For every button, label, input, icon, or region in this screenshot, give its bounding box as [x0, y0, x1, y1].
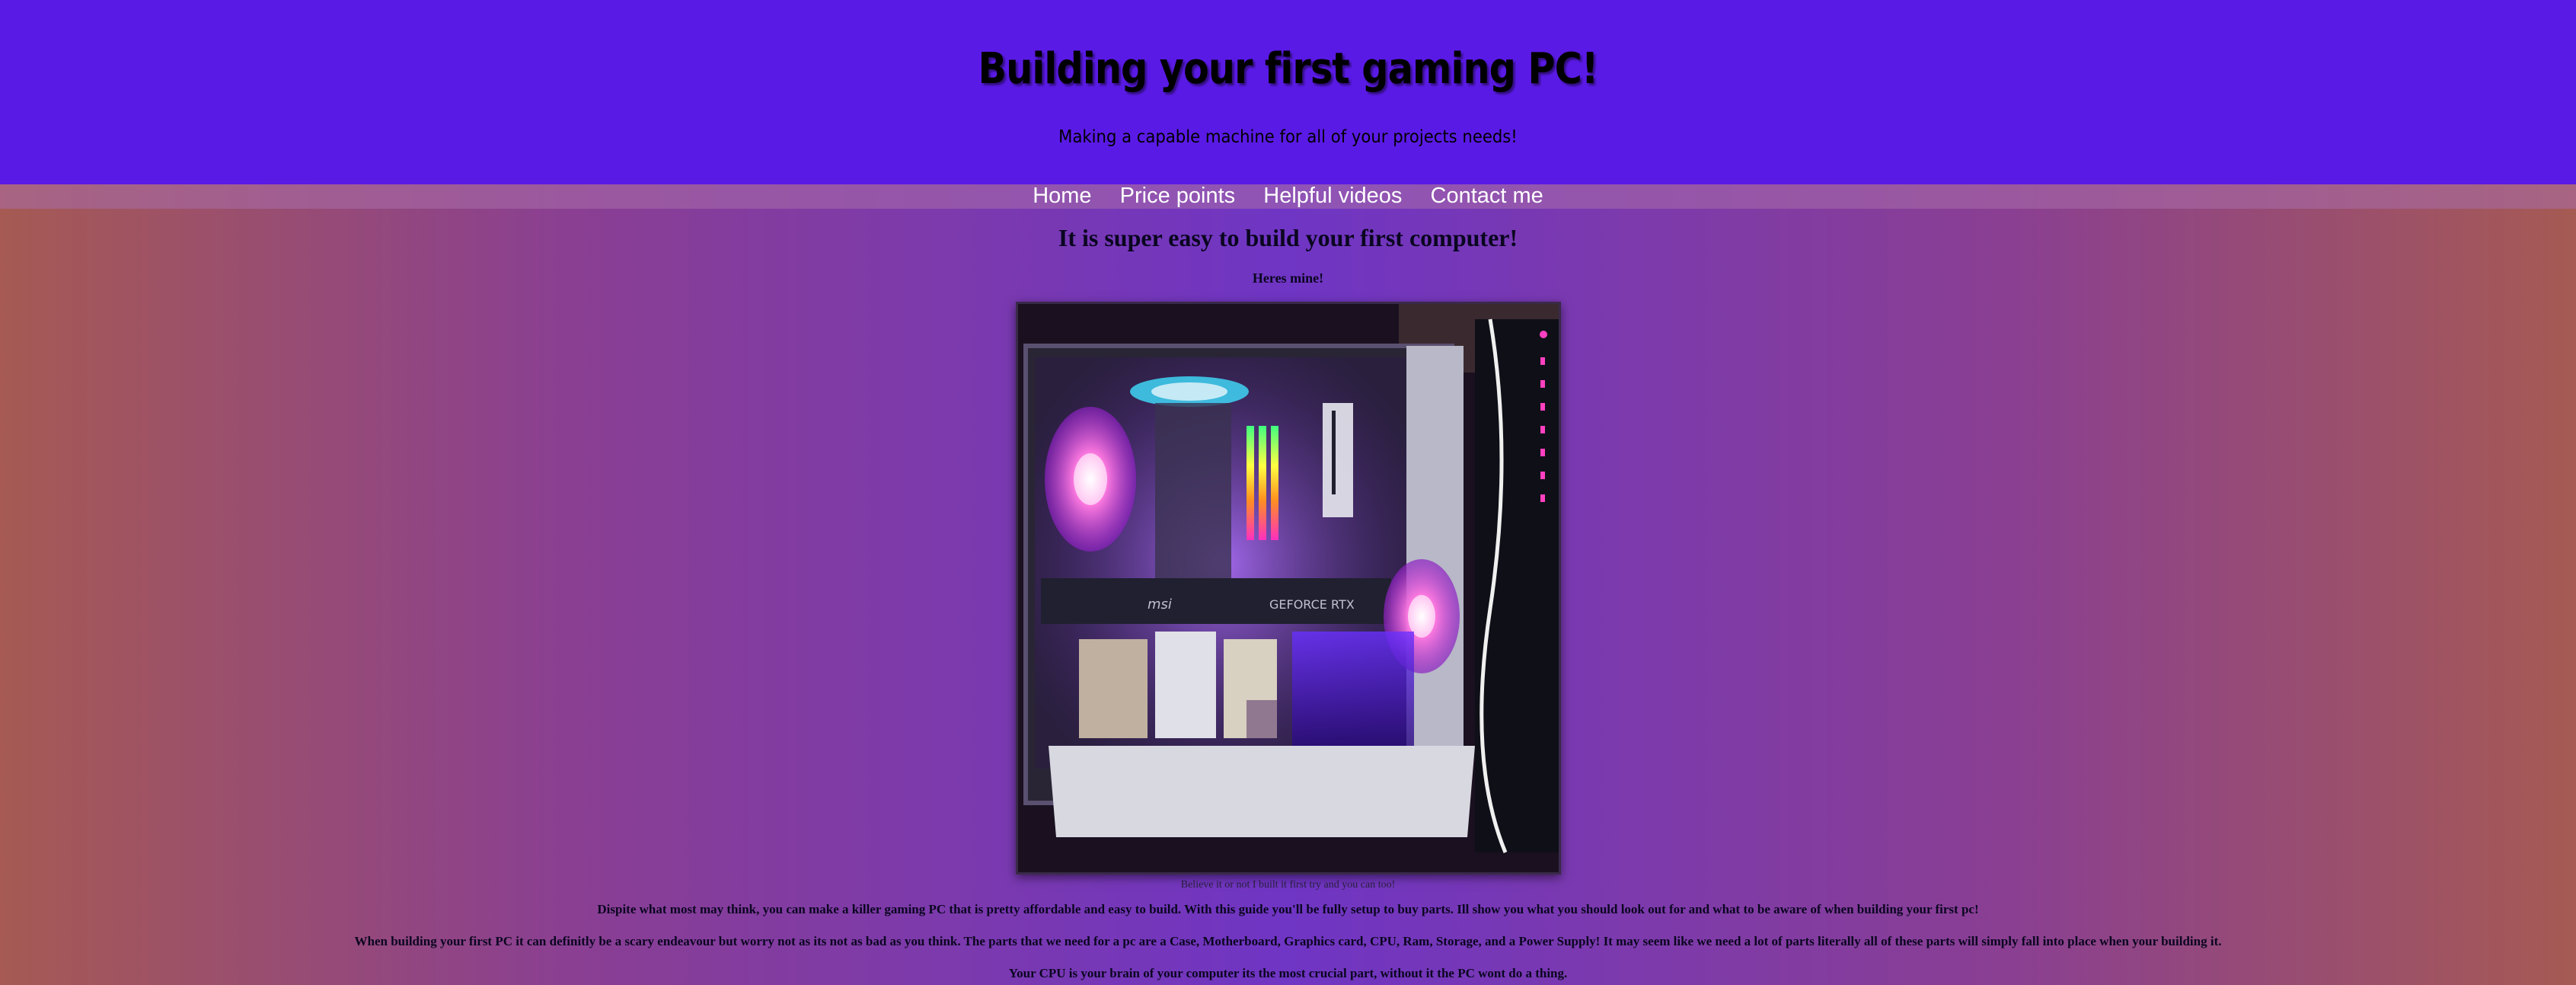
pc-build-illustration: msi GEFORCE RTX	[1017, 304, 1559, 872]
parts-paragraph: When building your first PC it can defin…	[354, 934, 2222, 948]
cpu-paragraph: Your CPU is your brain of your computer …	[1008, 966, 1568, 980]
nav-helpful-videos-link[interactable]: Helpful videos	[1263, 184, 1402, 208]
nav-home-link[interactable]: Home	[1033, 184, 1091, 208]
gpu-brand-text: msi	[1148, 596, 1172, 612]
main-nav: Home Price points Helpful videos Contact…	[0, 184, 2576, 209]
pc-build-photo: msi GEFORCE RTX	[1015, 302, 1561, 875]
nav-price-points-link[interactable]: Price points	[1120, 184, 1236, 208]
photo-caption: Believe it or not I built it first try a…	[1180, 879, 1396, 891]
page-subhead: Heres mine!	[1252, 270, 1324, 286]
page-headline: It is super easy to build your first com…	[1058, 224, 1518, 251]
site-subtitle: Making a capable machine for all of your…	[1058, 127, 1518, 147]
site-header: Building your first gaming PC! Making a …	[0, 0, 2576, 184]
nav-contact-me-link[interactable]: Contact me	[1431, 184, 1543, 208]
main-content: It is super easy to build your first com…	[0, 209, 2576, 981]
gpu-model-text: GEFORCE RTX	[1269, 597, 1355, 612]
site-title: Building your first gaming PC!	[978, 44, 1599, 94]
intro-paragraph: Dispite what most may think, you can mak…	[597, 902, 1979, 916]
